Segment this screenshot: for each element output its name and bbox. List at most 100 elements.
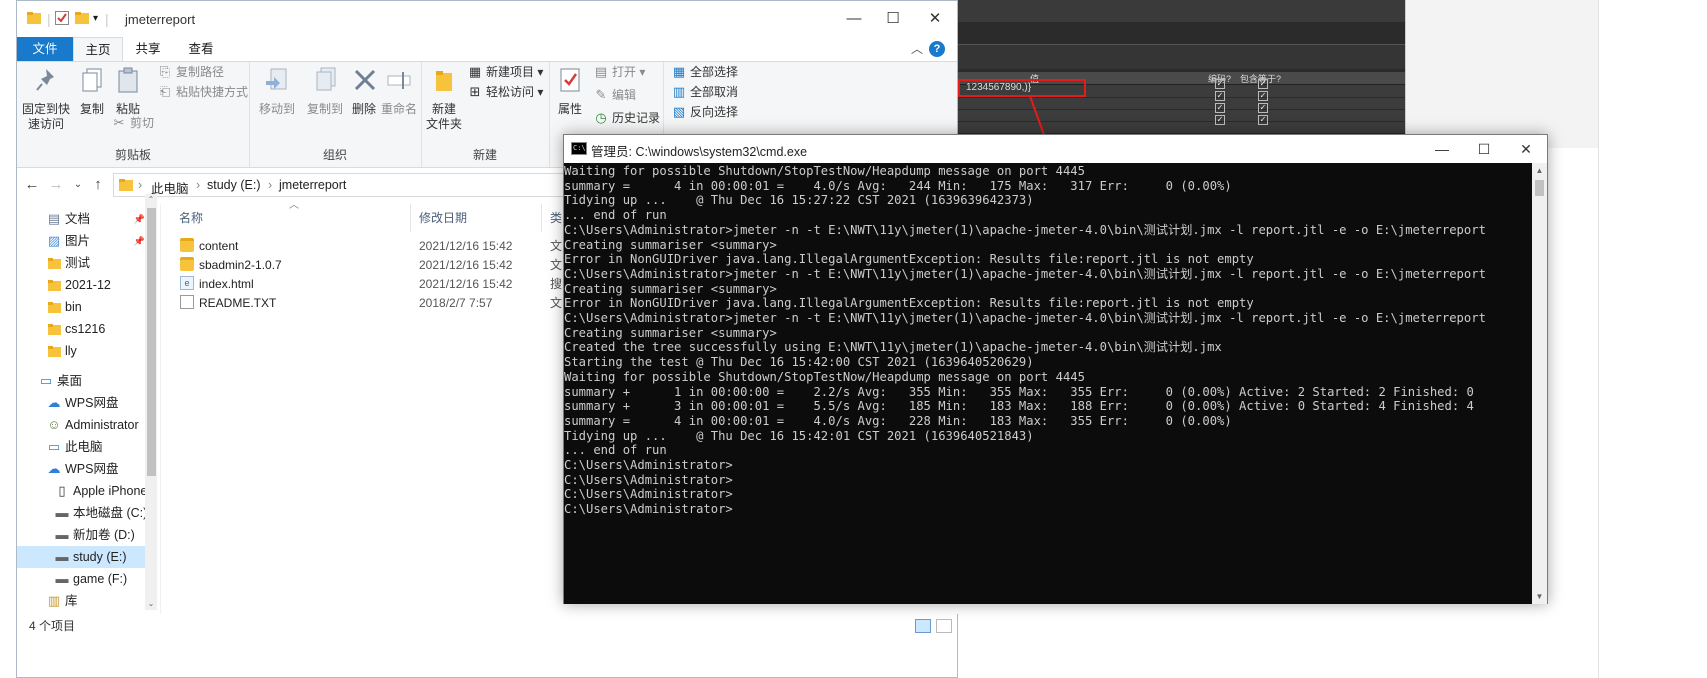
phone-icon: ▯ [58, 483, 66, 498]
file-type: 文 [550, 296, 563, 310]
sidebar-item-label: 新加卷 (D:) [73, 528, 135, 542]
copy-to-button[interactable]: 复制到 [301, 66, 349, 117]
edit-button[interactable]: ✎ 编辑 [593, 85, 636, 105]
sidebar-item[interactable]: 2021-12 [17, 274, 147, 296]
details-view-icon[interactable] [915, 619, 931, 633]
console-line: Waiting for possible Shutdown/StopTestNo… [564, 164, 1085, 178]
checkbox[interactable]: ✓ [1258, 91, 1268, 101]
navigation-scrollbar[interactable]: ⌃ ⌄ [145, 194, 157, 610]
sidebar-item[interactable]: ▥ 库 [17, 590, 147, 612]
close-button[interactable]: ✕ [912, 1, 958, 37]
sidebar-item[interactable]: ☁ WPS网盘 [17, 458, 147, 480]
sidebar-item[interactable]: cs1216 [17, 318, 147, 340]
maximize-button[interactable]: ☐ [1463, 135, 1505, 163]
easy-access-button[interactable]: ⊞ 轻松访问 ▾ [467, 82, 544, 102]
sidebar-item-label: WPS网盘 [65, 462, 119, 476]
sidebar-item-label: study (E:) [73, 550, 127, 564]
table-row[interactable] [958, 121, 1405, 134]
console-line: C:\Users\Administrator>jmeter -n -t E:\N… [564, 266, 1486, 281]
tab-share[interactable]: 共享 [123, 37, 173, 61]
forward-button[interactable]: → [45, 174, 67, 196]
new-item-button[interactable]: ▦ 新建项目 ▾ [467, 62, 544, 82]
checkbox[interactable]: ✓ [1215, 115, 1225, 125]
rename-label: 重命名 [380, 102, 417, 116]
scroll-down-arrow-icon[interactable]: ⌄ [145, 598, 157, 610]
properties-button[interactable]: 属性 [553, 66, 587, 117]
navigation-pane: ▤ 文档 📌 ▨ 图片 📌 测试 2021-12 bin cs1216 lly ▭ 桌面 ☁ WPS网盘 ☺ A… [17, 204, 157, 630]
scrollbar-thumb[interactable] [147, 208, 156, 476]
sidebar-item[interactable]: ☁ WPS网盘 [17, 392, 147, 414]
sidebar-item-label: WPS网盘 [65, 396, 119, 410]
console-output[interactable]: Waiting for possible Shutdown/StopTestNo… [564, 163, 1532, 604]
select-all-button[interactable]: ▦ 全部选择 [671, 62, 738, 82]
paste-button[interactable]: 粘贴 [111, 66, 145, 117]
large-icons-view-icon[interactable] [936, 619, 952, 633]
rename-button[interactable]: 重命名 [379, 66, 419, 117]
sidebar-item[interactable]: lly [17, 340, 147, 362]
checkbox[interactable]: ✓ [1258, 115, 1268, 125]
back-button[interactable]: ← [21, 174, 43, 196]
dropdown-arrow-icon: ▾ [537, 65, 544, 79]
select-none-button[interactable]: ▥ 全部取消 [671, 82, 738, 102]
sidebar-item[interactable]: 测试 [17, 252, 147, 274]
chevron-right-icon[interactable]: › [138, 178, 142, 192]
sidebar-item[interactable]: ▬ study (E:) [17, 546, 147, 568]
tab-file[interactable]: 文件 [17, 37, 73, 61]
chevron-right-icon[interactable]: › [196, 178, 200, 192]
scroll-down-arrow-icon[interactable]: ▼ [1532, 589, 1547, 604]
sidebar-item[interactable]: bin [17, 296, 147, 318]
maximize-button[interactable]: ☐ [870, 1, 916, 37]
sidebar-item[interactable]: ▬ game (F:) [17, 568, 147, 590]
cut-button[interactable]: ✂ 剪切 [111, 113, 154, 133]
copy-icon [76, 66, 108, 98]
breadcrumb-current-folder[interactable]: jmeterreport [279, 178, 346, 192]
open-button[interactable]: ▤ 打开 ▾ [593, 62, 646, 82]
copy-path-button[interactable]: ⎘ 复制路径 [157, 62, 224, 82]
checkbox[interactable]: ✓ [1215, 103, 1225, 113]
scrollbar-thumb[interactable] [1535, 180, 1544, 196]
minimize-button[interactable]: — [1421, 135, 1463, 163]
new-folder-button[interactable]: 新建 文件夹 [423, 66, 465, 132]
sidebar-item[interactable]: ▨ 图片 📌 [17, 230, 147, 252]
sidebar-item[interactable]: ▯ Apple iPhone [17, 480, 147, 502]
checkbox[interactable]: ✓ [1258, 103, 1268, 113]
up-button[interactable]: ↑ [87, 174, 109, 196]
paste-shortcut-button[interactable]: ⎗ 粘贴快捷方式 [157, 82, 248, 102]
delete-x-icon [349, 66, 381, 98]
easy-access-label: 轻松访问 [486, 85, 535, 99]
customize-toolbar-arrow-icon[interactable]: ▾ [93, 13, 98, 24]
pin-quick-access-button[interactable]: 固定到快 速访问 [19, 66, 73, 132]
sidebar-item-label: 2021-12 [65, 278, 111, 292]
sidebar-item[interactable]: ▬ 新加卷 (D:) [17, 524, 147, 546]
checkbox[interactable]: ✓ [1215, 79, 1225, 89]
checkbox[interactable]: ✓ [1215, 91, 1225, 101]
properties-check-icon[interactable] [55, 11, 69, 28]
tab-home[interactable]: 主页 [73, 37, 123, 61]
sidebar-item[interactable]: ▭ 桌面 [17, 370, 147, 392]
copy-button[interactable]: 复制 [73, 66, 111, 117]
delete-button[interactable]: 删除 [349, 66, 379, 117]
sidebar-item-label: cs1216 [65, 322, 106, 336]
new-item-icon: ▦ [468, 64, 482, 79]
history-button[interactable]: ◷ 历史记录 [593, 108, 660, 128]
collapse-ribbon-icon[interactable]: ︿ [911, 40, 923, 57]
tab-view[interactable]: 查看 [173, 37, 229, 61]
sidebar-item[interactable]: ▬ 本地磁盘 (C:) [17, 502, 148, 524]
chevron-right-icon[interactable]: › [268, 178, 272, 192]
close-button[interactable]: ✕ [1505, 135, 1547, 163]
invert-selection-button[interactable]: ▧ 反向选择 [671, 102, 738, 122]
sidebar-item[interactable]: ▤ 文档 📌 [17, 208, 147, 230]
recent-locations-icon[interactable]: ⌄ [67, 174, 89, 196]
breadcrumb-drive[interactable]: study (E:) [207, 178, 261, 192]
sidebar-item[interactable]: ▭ 此电脑 [17, 436, 147, 458]
paste-shortcut-icon: ⎗ [159, 84, 171, 99]
scroll-up-arrow-icon[interactable]: ▲ [1532, 163, 1547, 178]
help-icon[interactable]: ? [929, 41, 945, 57]
new-folder-quick-icon[interactable] [75, 11, 89, 28]
move-to-button[interactable]: 移动到 [253, 66, 301, 117]
console-scrollbar[interactable]: ▲ ▼ [1532, 163, 1547, 604]
checkbox[interactable]: ✓ [1258, 79, 1268, 89]
sidebar-item[interactable]: ☺ Administrator [17, 414, 147, 436]
scroll-up-arrow-icon[interactable]: ⌃ [145, 194, 157, 206]
column-header-modified[interactable]: 修改日期 [411, 204, 542, 232]
